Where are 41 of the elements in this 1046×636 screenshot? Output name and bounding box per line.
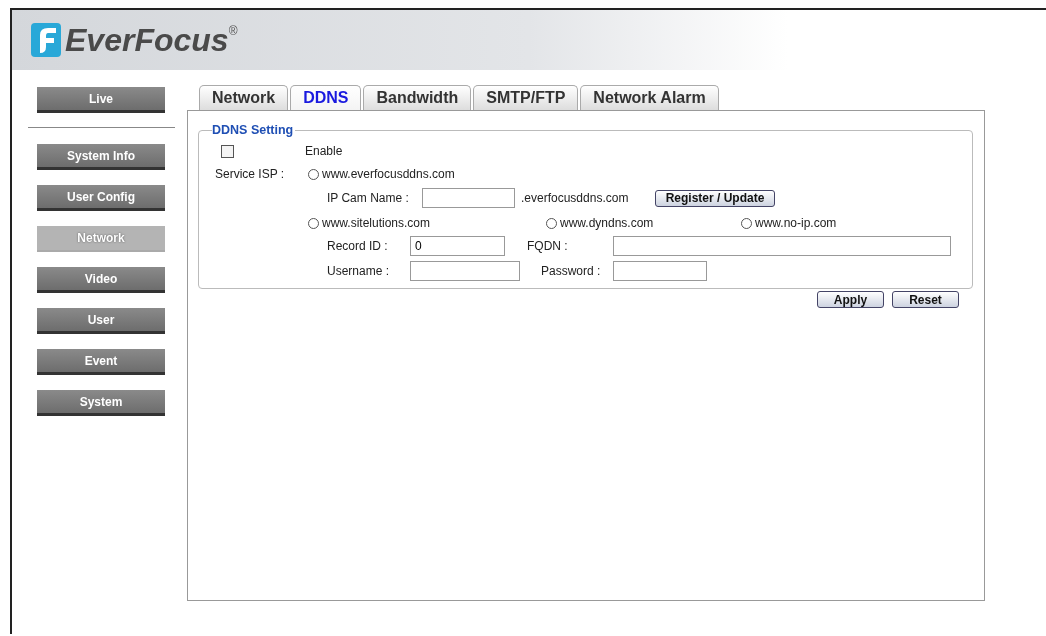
radio-label: www.sitelutions.com bbox=[322, 216, 431, 230]
group-title: DDNS Setting bbox=[212, 123, 296, 137]
input-field[interactable] bbox=[613, 236, 951, 256]
field-label: FQDN : bbox=[527, 239, 569, 253]
register-update-button[interactable]: Register / Update bbox=[655, 189, 775, 207]
sidebar-button[interactable]: User bbox=[37, 308, 165, 334]
radio-label: www.dyndns.com bbox=[560, 216, 654, 230]
radio-button[interactable] bbox=[308, 168, 319, 180]
field-label: Service ISP : bbox=[215, 167, 286, 181]
tab[interactable]: Network Alarm bbox=[580, 85, 719, 110]
input-field[interactable] bbox=[613, 261, 707, 281]
sidebar-button[interactable]: User Config bbox=[37, 185, 165, 211]
reset-button[interactable]: Reset bbox=[892, 291, 959, 308]
tab[interactable]: Bandwidth bbox=[363, 85, 472, 110]
domain-suffix: .everfocusddns.com bbox=[521, 191, 630, 205]
radio-button[interactable] bbox=[741, 217, 752, 229]
sidebar-button[interactable]: Video bbox=[37, 267, 165, 293]
input-field[interactable]: 0 bbox=[410, 236, 505, 256]
radio-button[interactable] bbox=[546, 217, 557, 229]
sidebar-button[interactable]: System bbox=[37, 390, 165, 416]
radio-label: www.no-ip.com bbox=[755, 216, 837, 230]
sidebar-button[interactable]: Live bbox=[37, 87, 165, 113]
sidebar-button[interactable]: System Info bbox=[37, 144, 165, 170]
tab[interactable]: Network bbox=[199, 85, 289, 110]
field-label: IP Cam Name : bbox=[327, 191, 410, 205]
sidebar-button[interactable]: Event bbox=[37, 349, 165, 375]
field-label: Password : bbox=[541, 264, 602, 278]
registered-mark: ® bbox=[228, 24, 238, 38]
input-field[interactable] bbox=[410, 261, 520, 281]
tab[interactable]: SMTP/FTP bbox=[473, 85, 579, 110]
brand-logo: EverFocus bbox=[65, 21, 229, 59]
checkbox-label: Enable bbox=[305, 144, 343, 158]
logo-mark-icon bbox=[31, 23, 61, 57]
tab[interactable]: DDNS bbox=[290, 85, 362, 110]
input-field[interactable] bbox=[422, 188, 515, 208]
radio-label: www.everfocusddns.com bbox=[322, 167, 455, 181]
field-label: Username : bbox=[327, 264, 391, 278]
enable-checkbox[interactable] bbox=[221, 144, 234, 158]
radio-button[interactable] bbox=[308, 217, 319, 229]
apply-button[interactable]: Apply bbox=[817, 291, 884, 308]
field-label: Record ID : bbox=[327, 239, 389, 253]
